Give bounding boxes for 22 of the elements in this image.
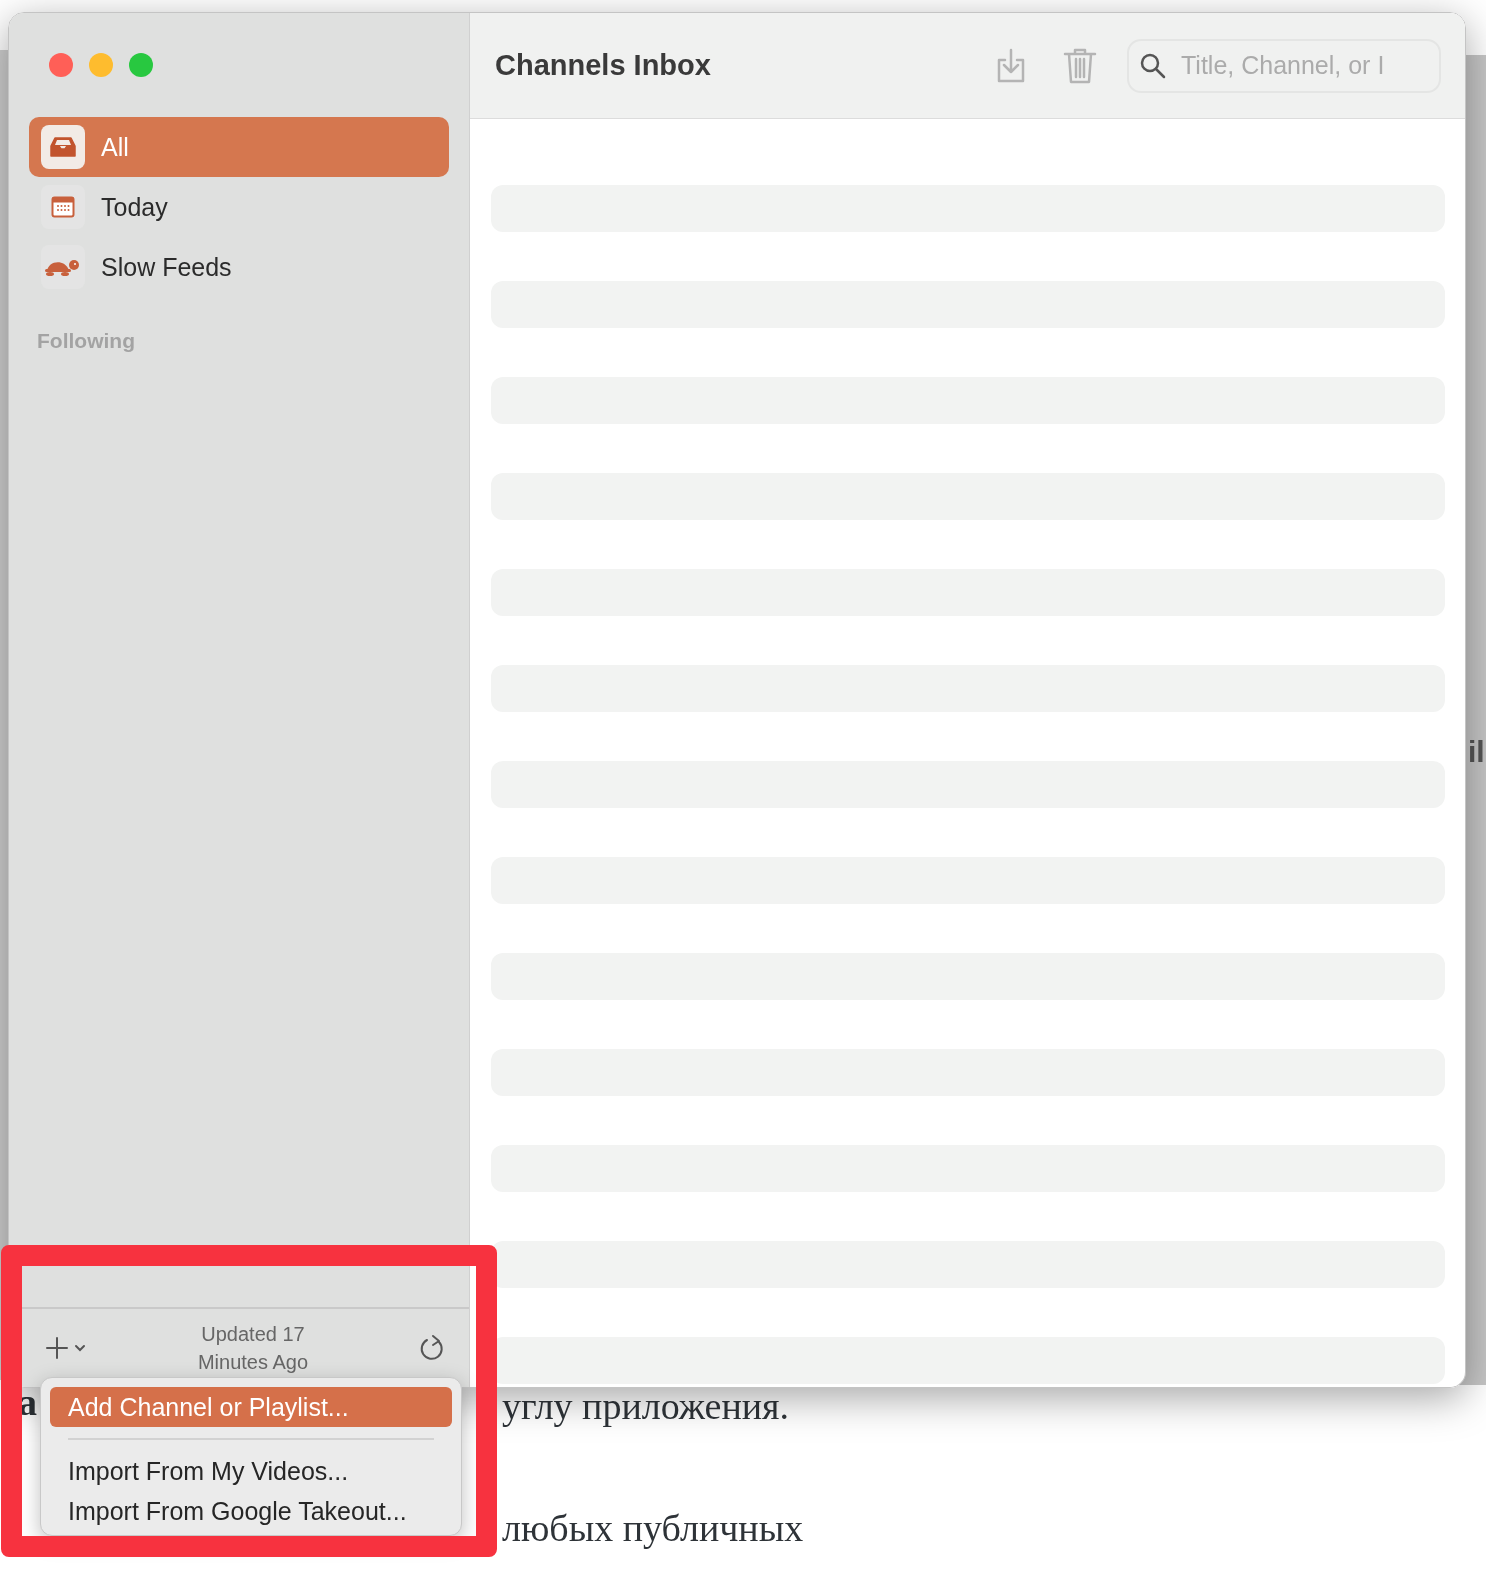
window-control-dot[interactable] xyxy=(49,53,73,77)
update-status: Updated 17 Minutes Ago xyxy=(196,1322,310,1375)
sidebar-item[interactable]: Today xyxy=(29,177,449,237)
refresh-icon[interactable] xyxy=(419,1334,445,1362)
search-icon xyxy=(1139,51,1167,80)
sidebar-item[interactable]: Slow Feeds xyxy=(29,237,449,297)
download-icon[interactable] xyxy=(995,47,1027,84)
window-control-dot[interactable] xyxy=(129,53,153,77)
trash-icon[interactable] xyxy=(1063,46,1097,85)
menu-item[interactable]: Import From My Videos... xyxy=(50,1451,452,1491)
tray-icon xyxy=(49,136,77,158)
article-text: любых публичных xyxy=(502,1508,804,1548)
article-text: il xyxy=(1468,735,1485,769)
calendar-icon xyxy=(51,196,75,218)
search-field[interactable]: Title, Channel, or I xyxy=(1127,38,1441,93)
section-heading: Following xyxy=(36,328,136,353)
plus-icon xyxy=(45,1335,87,1361)
add-menu-button[interactable] xyxy=(45,1335,87,1361)
article-text: углу приложения. xyxy=(502,1386,790,1426)
window-control-dot[interactable] xyxy=(89,53,113,77)
menu-item[interactable]: Import From Google Takeout... xyxy=(50,1491,452,1531)
window-title: Channels Inbox xyxy=(495,49,712,82)
